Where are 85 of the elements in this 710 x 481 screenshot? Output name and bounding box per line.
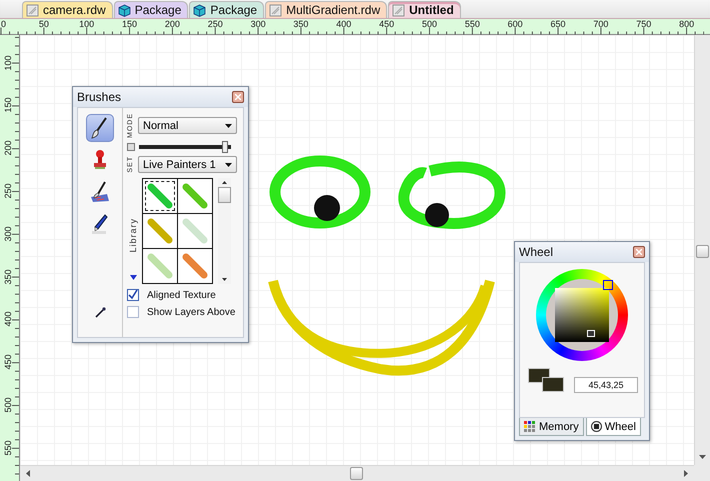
ruler-label: 450 bbox=[379, 20, 394, 29]
ruler-label: 150 bbox=[4, 98, 14, 113]
ruler-label: 800 bbox=[679, 20, 694, 29]
close-button[interactable] bbox=[232, 91, 244, 103]
marker-icon bbox=[91, 213, 109, 235]
document-tab[interactable]: MultiGradient.rdw bbox=[265, 1, 388, 18]
brush-stroke-icon bbox=[147, 253, 173, 279]
ruler-label: 100 bbox=[4, 55, 14, 70]
scrollbar[interactable] bbox=[218, 178, 231, 284]
cube-icon bbox=[118, 4, 131, 16]
ruler-label: 550 bbox=[4, 440, 14, 456]
scroll-thumb[interactable] bbox=[218, 187, 231, 203]
brush-stroke-icon bbox=[147, 218, 173, 244]
color-grid-icon bbox=[524, 421, 536, 432]
panel-title: Wheel bbox=[519, 245, 554, 259]
down-arrow-icon[interactable] bbox=[222, 278, 227, 281]
ruler-label: 250 bbox=[208, 20, 223, 29]
color-value-field[interactable]: 45,43,25 bbox=[574, 377, 638, 393]
close-button[interactable] bbox=[633, 246, 645, 258]
brush-preset[interactable] bbox=[143, 179, 177, 213]
right-arrow-icon[interactable] bbox=[684, 470, 688, 477]
slider-thumb[interactable] bbox=[222, 141, 228, 153]
wheel-icon bbox=[590, 421, 602, 432]
close-icon bbox=[636, 249, 642, 255]
checkbox-option[interactable]: Show Layers Above bbox=[127, 306, 237, 318]
triangle-icon[interactable] bbox=[130, 275, 136, 280]
document-tab[interactable]: Untitled bbox=[388, 1, 461, 18]
ruler-label: 350 bbox=[4, 269, 14, 284]
caret-icon bbox=[225, 124, 232, 128]
checkbox-option[interactable]: Aligned Texture bbox=[127, 289, 237, 301]
ruler-label: 500 bbox=[4, 397, 14, 413]
document-icon bbox=[269, 4, 282, 16]
checkbox[interactable] bbox=[127, 306, 139, 318]
ruler-label: 0 bbox=[1, 20, 6, 29]
ruler-label: 400 bbox=[4, 312, 14, 327]
brush-stroke-icon bbox=[182, 183, 208, 209]
vertical-scrollbar[interactable] bbox=[694, 35, 710, 465]
close-icon bbox=[235, 94, 241, 100]
scroll-thumb[interactable] bbox=[696, 245, 709, 258]
document-tab[interactable]: Package bbox=[189, 1, 264, 18]
brush-stroke-icon bbox=[182, 253, 208, 279]
color-swatches-icon[interactable] bbox=[528, 368, 566, 393]
ruler-label: 550 bbox=[464, 20, 480, 29]
cube-icon bbox=[193, 4, 206, 16]
ruler-label: 50 bbox=[38, 20, 49, 29]
panel-tab[interactable]: Wheel bbox=[586, 418, 641, 436]
scroll-thumb[interactable] bbox=[350, 467, 363, 480]
document-icon bbox=[26, 4, 39, 16]
lock-icon bbox=[127, 143, 135, 151]
brush-on-canvas-icon bbox=[89, 181, 111, 203]
left-arrow-icon[interactable] bbox=[26, 470, 30, 477]
library-label: Library bbox=[128, 218, 138, 253]
ruler-label: 700 bbox=[593, 20, 608, 29]
tool-button[interactable] bbox=[86, 114, 114, 142]
document-tab[interactable]: Package bbox=[114, 1, 188, 18]
opacity-slider[interactable] bbox=[139, 141, 231, 153]
ruler-label: 600 bbox=[508, 20, 523, 29]
ruler-label: 750 bbox=[636, 20, 652, 29]
checkbox[interactable] bbox=[127, 289, 139, 301]
down-arrow-icon[interactable] bbox=[699, 455, 706, 459]
brush-stroke-icon bbox=[182, 218, 208, 244]
ruler-label: 400 bbox=[336, 20, 352, 29]
caret-icon bbox=[225, 162, 232, 166]
document-tab[interactable]: camera.rdw bbox=[22, 1, 113, 18]
brush-stroke-icon bbox=[147, 183, 173, 209]
ruler-label: 100 bbox=[79, 20, 94, 29]
ruler-label: 300 bbox=[4, 226, 14, 242]
ruler-label: 200 bbox=[164, 20, 180, 29]
mode-dropdown[interactable]: Normal bbox=[138, 117, 237, 134]
horizontal-scrollbar[interactable] bbox=[20, 465, 694, 481]
document-icon bbox=[392, 4, 406, 16]
ruler-label: 200 bbox=[4, 140, 14, 156]
ruler-label: 500 bbox=[422, 20, 438, 29]
dropper-icon[interactable] bbox=[94, 307, 106, 319]
ruler-label: 450 bbox=[4, 354, 14, 370]
up-arrow-icon[interactable] bbox=[222, 181, 227, 184]
ruler-label: 250 bbox=[4, 183, 14, 199]
stamp-icon bbox=[91, 149, 109, 171]
ruler-label: 150 bbox=[122, 20, 138, 29]
ruler-label: 650 bbox=[550, 20, 566, 29]
set-dropdown[interactable]: Live Painters 1 bbox=[138, 156, 237, 173]
ruler-label: 350 bbox=[293, 20, 308, 29]
panel-tab[interactable]: Memory bbox=[519, 418, 584, 436]
panel-title: Brushes bbox=[77, 90, 122, 104]
ruler-label: 300 bbox=[250, 20, 266, 29]
